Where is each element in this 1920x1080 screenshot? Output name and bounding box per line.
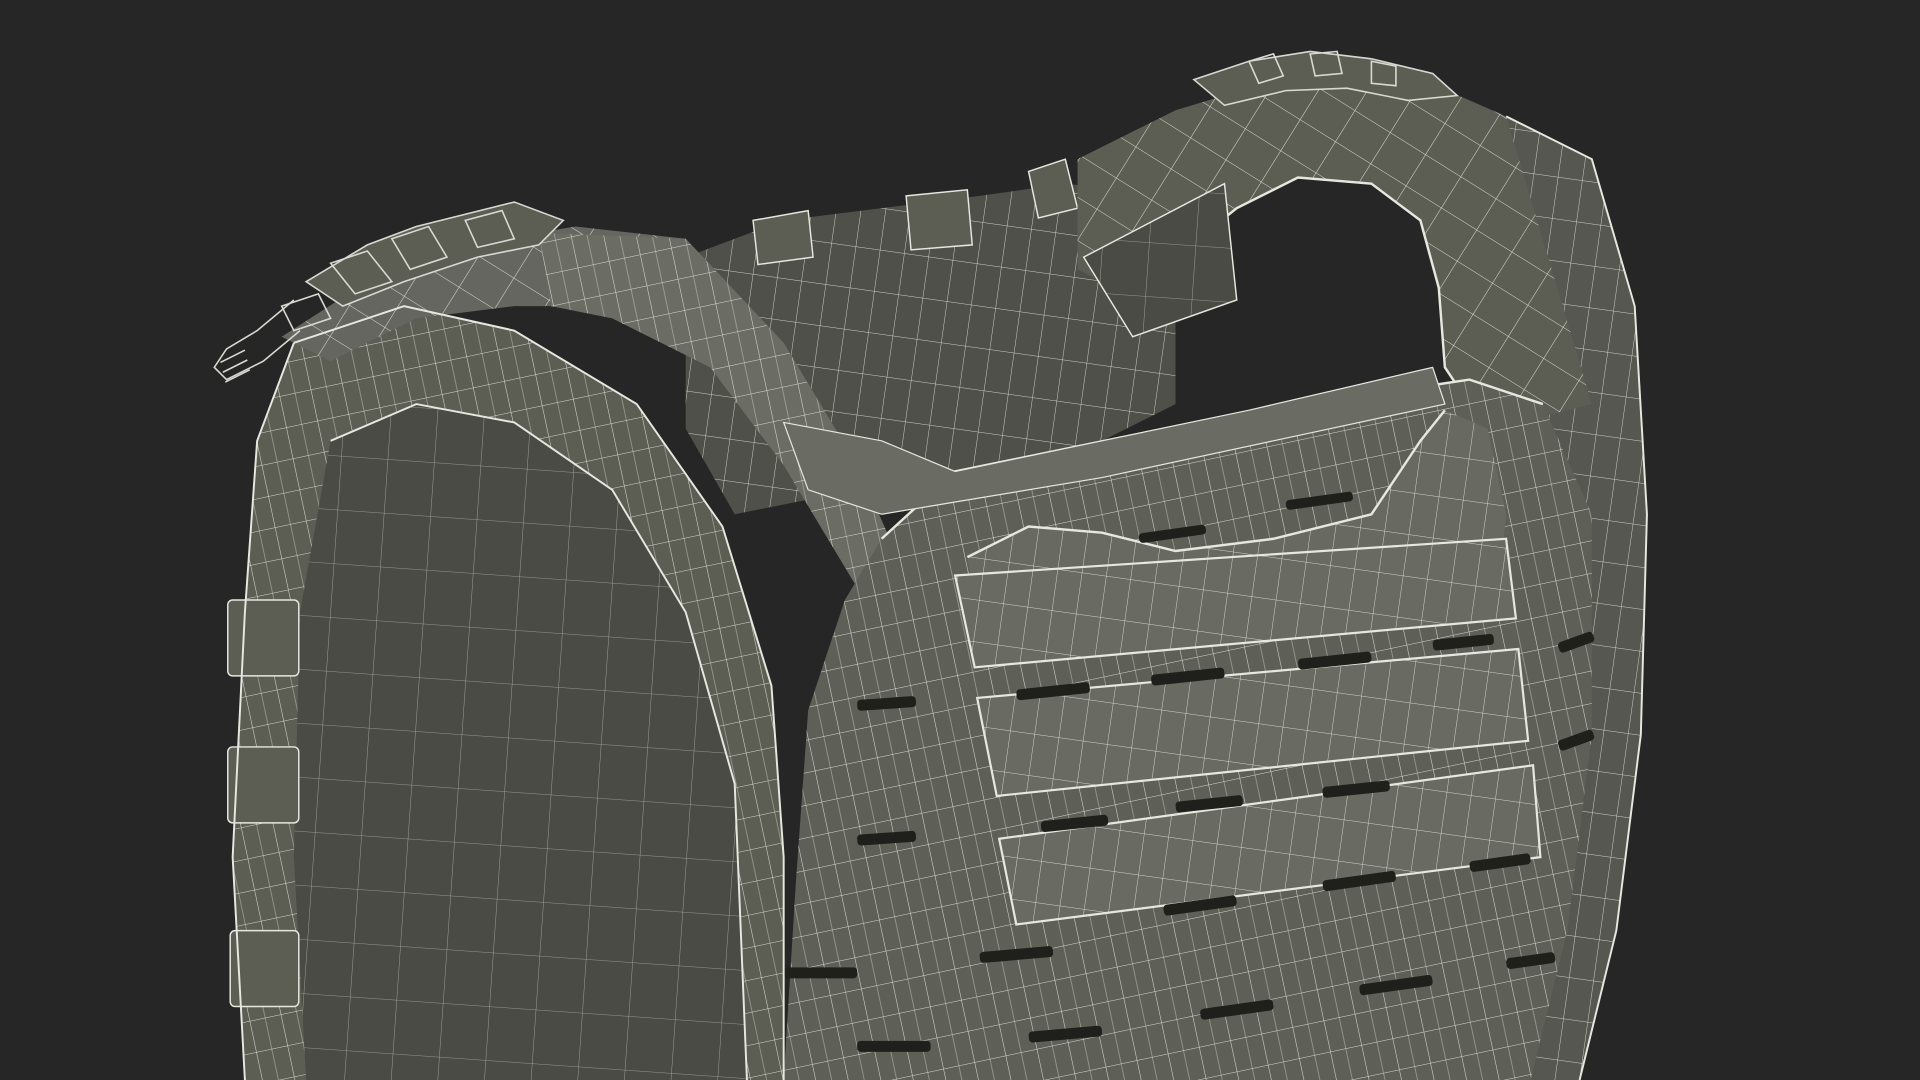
molle-webbing — [953, 537, 1542, 926]
render-viewport — [0, 0, 1920, 1080]
